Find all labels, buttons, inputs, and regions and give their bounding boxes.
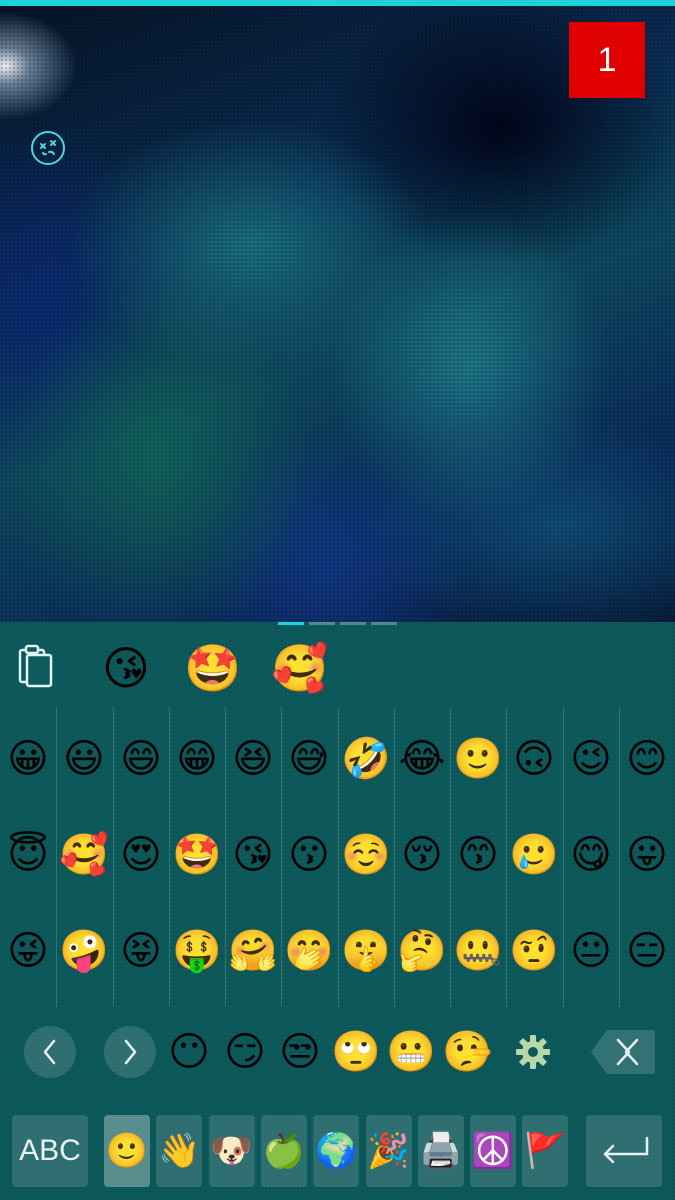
emoji-key[interactable]: 😘 <box>225 807 281 903</box>
emoji-key[interactable]: 😊 <box>619 711 675 807</box>
emoji-key[interactable]: 🤔 <box>394 903 450 999</box>
emoji-key[interactable]: 😆 <box>225 711 281 807</box>
enter-icon <box>603 1136 649 1164</box>
clipboard-button[interactable] <box>14 642 58 690</box>
emoji-keyboard: 😘 🤩 🥰 😀 😃 😄 😁 😆 😅 🤣 😂 🙂 🙃 😉 😊 😇 🥰 😍 🤩 😘 😗 ☺️ 😚 😙 🥲 😋 😛 😜 🤪 😝 🤑 🤗 🤭 🤫 🤔 🤐… <box>0 622 675 1200</box>
emoji-key[interactable]: 🤫 <box>338 903 394 999</box>
page-dot <box>309 622 335 625</box>
emoji-key[interactable]: 😗 <box>281 807 337 903</box>
emoji-key[interactable]: 😁 <box>169 711 225 807</box>
emoji-key[interactable]: 😒 <box>275 1026 325 1078</box>
tab-activities[interactable]: 🎉 <box>365 1115 412 1187</box>
clipboard-icon <box>18 644 53 688</box>
settings-button[interactable] <box>510 1029 556 1075</box>
tab-travel[interactable]: 🌍 <box>313 1115 360 1187</box>
emoji-key[interactable]: 😝 <box>113 903 169 999</box>
recent-emoji[interactable]: 🥰 <box>270 638 330 698</box>
tab-flags[interactable]: 🚩 <box>522 1115 569 1187</box>
emoji-key[interactable]: 😀 <box>0 711 56 807</box>
chevron-right-icon <box>124 1039 137 1065</box>
emoji-key[interactable]: 😍 <box>113 807 169 903</box>
emoji-key[interactable]: 🙂 <box>450 711 506 807</box>
emoji-key[interactable]: 🥰 <box>56 807 112 903</box>
emoji-key[interactable]: 🤣 <box>338 711 394 807</box>
emoji-key[interactable]: 🙃 <box>506 711 562 807</box>
next-page-button[interactable] <box>104 1026 156 1078</box>
emoji-key[interactable]: 🙄 <box>331 1026 381 1078</box>
emoji-key[interactable]: 😶 <box>164 1026 214 1078</box>
notification-badge[interactable]: 1 <box>569 22 645 98</box>
emoji-key[interactable]: 😃 <box>56 711 112 807</box>
recent-emoji[interactable]: 😘 <box>96 638 156 698</box>
wallpaper <box>0 6 675 622</box>
emoji-key[interactable]: 😐 <box>563 903 619 999</box>
page-dot <box>340 622 366 625</box>
emoji-key[interactable]: 😏 <box>220 1026 270 1078</box>
emoji-key[interactable]: 🤩 <box>169 807 225 903</box>
emoji-key[interactable]: 😑 <box>619 903 675 999</box>
previous-page-button[interactable] <box>24 1026 76 1078</box>
keyboard-app-icon[interactable] <box>31 131 65 165</box>
tab-smileys[interactable]: 🙂 <box>104 1115 150 1187</box>
emoji-key[interactable]: 😉 <box>563 711 619 807</box>
emoji-key[interactable]: 🤨 <box>506 903 562 999</box>
emoji-key[interactable]: ☺️ <box>338 807 394 903</box>
category-tab-bar: ABC 🙂 👋 🐶 🍏 🌍 🎉 🖨️ ☮️ 🚩 <box>0 1112 675 1200</box>
emoji-key[interactable]: 😬 <box>386 1026 436 1078</box>
tab-food[interactable]: 🍏 <box>260 1115 307 1187</box>
emoji-key[interactable]: 😙 <box>450 807 506 903</box>
dizzy-face-icon <box>40 140 56 156</box>
recent-emoji[interactable]: 🤩 <box>183 638 243 698</box>
emoji-key[interactable]: 😚 <box>394 807 450 903</box>
emoji-key[interactable]: 😂 <box>394 711 450 807</box>
emoji-key[interactable]: 🤪 <box>56 903 112 999</box>
gear-icon <box>516 1035 550 1069</box>
enter-button[interactable] <box>586 1115 662 1187</box>
chevron-left-icon <box>43 1039 56 1065</box>
backspace-icon[interactable] <box>589 1028 657 1076</box>
tab-animals[interactable]: 🐶 <box>208 1115 255 1187</box>
emoji-key[interactable]: 😅 <box>281 711 337 807</box>
emoji-key[interactable]: 🤭 <box>281 903 337 999</box>
emoji-key[interactable]: 🤐 <box>450 903 506 999</box>
emoji-key[interactable]: 🤑 <box>169 903 225 999</box>
emoji-key[interactable]: 😋 <box>563 807 619 903</box>
abc-button[interactable]: ABC <box>12 1115 88 1187</box>
notification-count: 1 <box>597 40 617 79</box>
tab-people[interactable]: 👋 <box>156 1115 203 1187</box>
page-dot <box>371 622 397 625</box>
emoji-key[interactable]: 😛 <box>619 807 675 903</box>
emoji-key[interactable]: 🤗 <box>225 903 281 999</box>
emoji-key[interactable]: 🤥 <box>442 1026 492 1078</box>
page-dot <box>278 622 304 625</box>
tab-symbols[interactable]: ☮️ <box>470 1115 517 1187</box>
emoji-key[interactable]: 😄 <box>113 711 169 807</box>
tab-objects[interactable]: 🖨️ <box>417 1115 464 1187</box>
emoji-grid: 😀 😃 😄 😁 😆 😅 🤣 😂 🙂 🙃 😉 😊 😇 🥰 😍 🤩 😘 😗 ☺️ 😚 😙 🥲 😋 😛 😜 🤪 😝 🤑 🤗 🤭 🤫 🤔 🤐 🤨 😐 😑 <box>0 707 675 1007</box>
emoji-key[interactable]: 😇 <box>0 807 56 903</box>
emoji-key[interactable]: 🥲 <box>506 807 562 903</box>
emoji-key[interactable]: 😜 <box>0 903 56 999</box>
